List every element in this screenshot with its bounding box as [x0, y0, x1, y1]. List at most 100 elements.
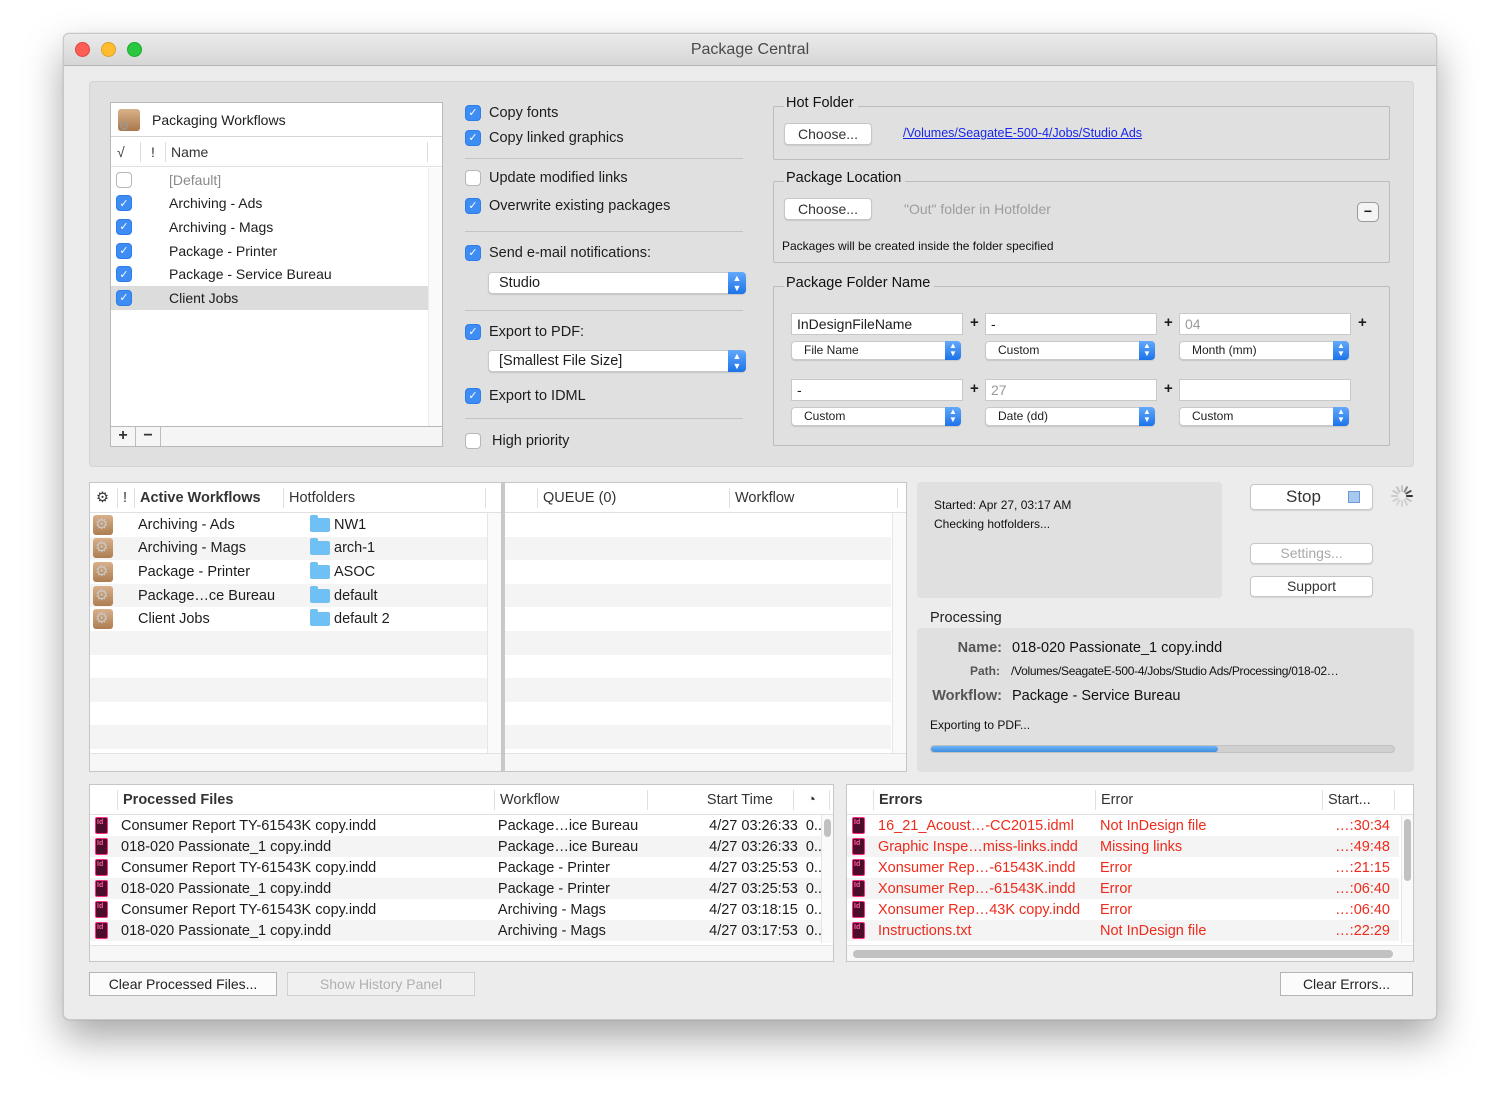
workflow-list-item[interactable]: ✓ Package - Printer: [111, 239, 429, 263]
folder-name-part-field[interactable]: [1179, 379, 1351, 401]
active-workflow-row[interactable]: Archiving - Ads NW1: [90, 513, 487, 537]
support-button[interactable]: Support: [1250, 576, 1373, 597]
clear-processed-files-button[interactable]: Clear Processed Files...: [89, 972, 277, 996]
vertical-scrollbar[interactable]: [428, 168, 442, 426]
workflow-list-item[interactable]: ✓ Package - Service Bureau: [111, 262, 429, 286]
processed-file-row[interactable]: Id Consumer Report TY-61543K copy.indd Pac…: [90, 857, 830, 878]
vertical-scrollbar[interactable]: [892, 513, 906, 753]
processed-file-row[interactable]: Id 018-020 Passionate_1 copy.indd Package……: [90, 836, 830, 857]
add-workflow-button[interactable]: +: [111, 427, 136, 446]
hot-folder-choose-button[interactable]: Choose...: [784, 123, 872, 145]
workflow-enabled-checkbox[interactable]: [116, 171, 132, 188]
error-row[interactable]: Id Graphic Inspe…miss-links.indd Missing l…: [847, 836, 1399, 857]
workflow-list-item[interactable]: ✓ Client Jobs: [111, 285, 429, 310]
processed-file-row[interactable]: Id 018-020 Passionate_1 copy.indd Archivin…: [90, 920, 830, 941]
export-pdf-option[interactable]: ✓ Export to PDF:: [465, 319, 584, 344]
column-name[interactable]: Name: [166, 141, 428, 162]
workflow-list-item[interactable]: [Default]: [111, 168, 429, 192]
workflow-enabled-checkbox[interactable]: ✓: [116, 195, 132, 212]
folder-name-part-field[interactable]: 27: [985, 379, 1157, 401]
workflow-enabled-checkbox[interactable]: ✓: [116, 289, 132, 306]
folder-name-part-field[interactable]: InDesignFileName: [791, 313, 963, 335]
copy-linked-graphics-option[interactable]: ✓ Copy linked graphics: [465, 125, 624, 150]
error-row[interactable]: Id Xonsumer Rep…-61543K.indd Error …:21:15: [847, 857, 1399, 878]
active-workflow-row[interactable]: Archiving - Mags arch-1: [90, 536, 487, 561]
folder-name-part-field[interactable]: -: [985, 313, 1157, 335]
high-priority-option[interactable]: High priority: [465, 428, 569, 453]
scroll-thumb[interactable]: [1404, 819, 1411, 881]
folder-name-part-type-select[interactable]: Custom ▲ ▼: [1179, 407, 1349, 426]
column-workflow[interactable]: Workflow: [495, 789, 648, 810]
horizontal-scrollbar[interactable]: [90, 753, 501, 771]
active-workflow-row[interactable]: Package - Printer ASOC: [90, 560, 487, 584]
folder-name-part-field[interactable]: -: [791, 379, 963, 401]
export-idml-option[interactable]: ✓ Export to IDML: [465, 383, 586, 408]
error-file-name: Graphic Inspe…miss-links.indd: [878, 838, 1078, 855]
scroll-thumb[interactable]: [853, 950, 1393, 958]
folder-name-part-type-select[interactable]: Month (mm) ▲ ▼: [1179, 341, 1349, 360]
overwrite-existing-option[interactable]: ✓ Overwrite existing packages: [465, 193, 670, 218]
folder-name-part-type-select[interactable]: Date (dd) ▲ ▼: [985, 407, 1155, 426]
folder-name-part-type-select[interactable]: File Name ▲ ▼: [791, 341, 961, 360]
column-hotfolders[interactable]: Hotfolders: [284, 487, 486, 508]
gear-icon[interactable]: ⚙: [90, 487, 118, 508]
workflow-enabled-checkbox[interactable]: ✓: [116, 266, 132, 283]
overwrite-existing-checkbox[interactable]: ✓: [465, 197, 481, 214]
folder-name-part-field[interactable]: 04: [1179, 313, 1351, 335]
processed-file-row[interactable]: Id 018-020 Passionate_1 copy.indd Package …: [90, 878, 830, 899]
folder-name-part-type-select[interactable]: Custom ▲ ▼: [791, 407, 961, 426]
workflow-enabled-checkbox[interactable]: ✓: [116, 242, 132, 259]
error-row[interactable]: Id Xonsumer Rep…43K copy.indd Error …:06:40: [847, 899, 1399, 920]
update-modified-links-checkbox[interactable]: [465, 169, 481, 186]
vertical-scrollbar[interactable]: [487, 513, 501, 753]
copy-fonts-checkbox[interactable]: ✓: [465, 104, 481, 121]
export-pdf-checkbox[interactable]: ✓: [465, 323, 481, 340]
update-modified-links-option[interactable]: Update modified links: [465, 165, 628, 190]
settings-button[interactable]: Settings...: [1250, 543, 1373, 564]
processed-file-row[interactable]: Id Consumer Report TY-61543K copy.indd Pac…: [90, 815, 830, 836]
hot-folder-path-link[interactable]: /Volumes/SeagateE-500-4/Jobs/Studio Ads: [903, 126, 1142, 140]
column-flag[interactable]: !: [118, 487, 135, 508]
show-history-panel-button[interactable]: Show History Panel: [287, 972, 475, 996]
package-location-remove-button[interactable]: −: [1357, 202, 1379, 222]
copy-fonts-option[interactable]: ✓ Copy fonts: [465, 100, 558, 125]
workflow-enabled-checkbox[interactable]: ✓: [116, 218, 132, 235]
send-email-checkbox[interactable]: ✓: [465, 244, 481, 261]
active-workflow-row[interactable]: Package…ce Bureau default: [90, 583, 487, 608]
pdf-preset-select[interactable]: [Smallest File Size] ▲ ▼: [488, 350, 746, 372]
column-flag[interactable]: !: [141, 141, 166, 162]
column-start[interactable]: Start...: [1323, 789, 1395, 810]
stop-button[interactable]: Stop: [1250, 484, 1373, 510]
horizontal-scrollbar[interactable]: [847, 945, 1413, 961]
column-workflow[interactable]: Workflow: [730, 487, 898, 508]
processed-file-row[interactable]: Id Consumer Report TY-61543K copy.indd Arc…: [90, 899, 830, 920]
email-recipient-select[interactable]: Studio ▲ ▼: [488, 272, 746, 294]
error-row[interactable]: Id Instructions.txt Not InDesign file …:22:…: [847, 920, 1399, 941]
column-processed-files[interactable]: Processed Files: [118, 789, 495, 810]
vertical-scrollbar[interactable]: [1401, 815, 1413, 943]
copy-linked-graphics-checkbox[interactable]: ✓: [465, 129, 481, 146]
clear-errors-button[interactable]: Clear Errors...: [1280, 972, 1413, 996]
workflow-list-item[interactable]: ✓ Archiving - Ads: [111, 192, 429, 216]
high-priority-checkbox[interactable]: [465, 432, 481, 449]
column-queue[interactable]: QUEUE (0): [538, 487, 730, 508]
vertical-scrollbar[interactable]: [821, 815, 833, 943]
column-errors[interactable]: Errors: [874, 789, 1096, 810]
scroll-thumb[interactable]: [824, 819, 831, 837]
folder-name-part-type-select[interactable]: Custom ▲ ▼: [985, 341, 1155, 360]
export-idml-checkbox[interactable]: ✓: [465, 387, 481, 404]
error-row[interactable]: Id 16_21_Acoust…-CC2015.idml Not InDesign …: [847, 815, 1399, 836]
column-error[interactable]: Error: [1096, 789, 1323, 810]
send-email-option[interactable]: ✓ Send e-mail notifications:: [465, 240, 651, 265]
horizontal-scrollbar[interactable]: [90, 945, 833, 961]
package-location-choose-button[interactable]: Choose...: [784, 198, 872, 220]
horizontal-scrollbar[interactable]: [505, 753, 906, 771]
clock-icon[interactable]: ◔: [794, 789, 830, 810]
column-active-workflows[interactable]: Active Workflows: [135, 487, 284, 508]
workflow-list-item[interactable]: ✓ Archiving - Mags: [111, 215, 429, 239]
remove-workflow-button[interactable]: −: [136, 427, 161, 446]
column-enabled[interactable]: √: [111, 141, 141, 162]
active-workflow-row[interactable]: Client Jobs default 2: [90, 607, 487, 631]
column-start-time[interactable]: Start Time: [648, 789, 794, 810]
error-row[interactable]: Id Xonsumer Rep…-61543K.indd Error …:06:40: [847, 878, 1399, 899]
